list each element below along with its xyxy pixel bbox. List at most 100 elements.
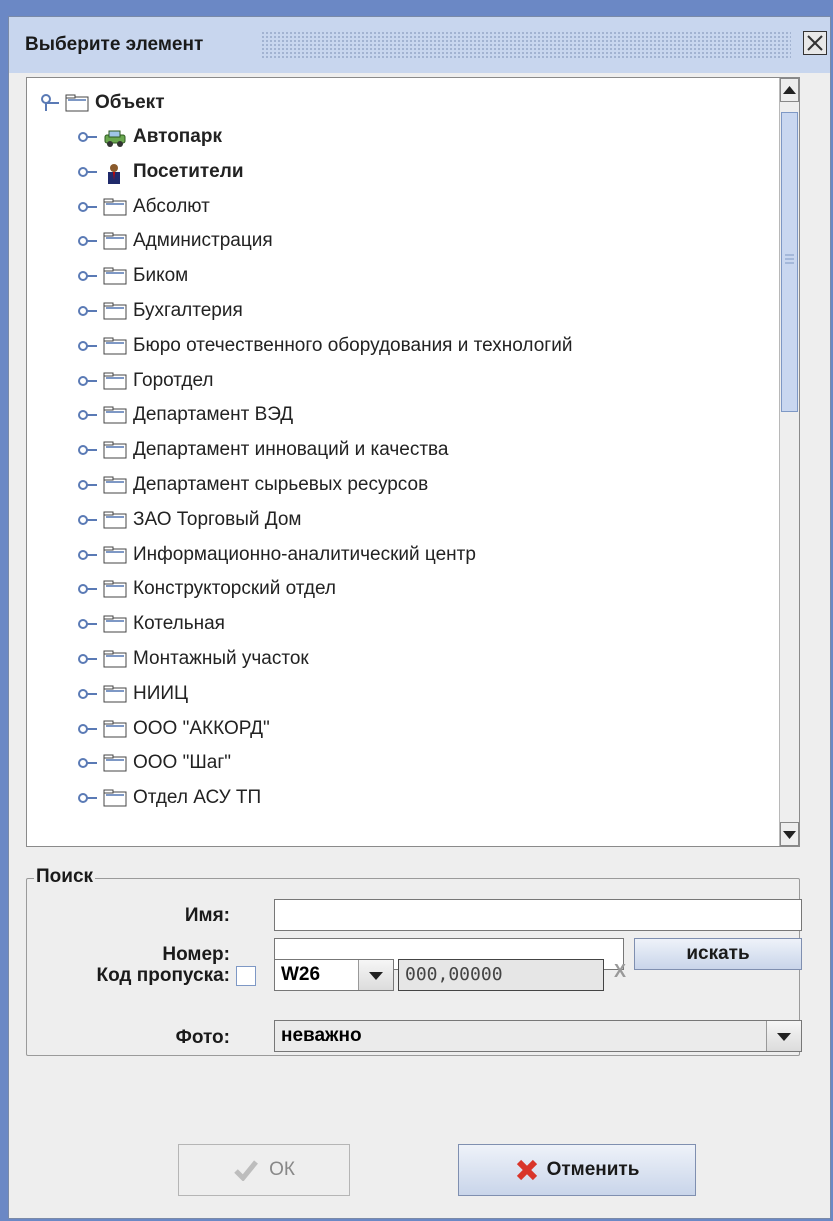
person-icon — [103, 163, 127, 184]
tree-node[interactable]: Информационно-аналитический центр — [77, 538, 476, 572]
folder-icon — [103, 685, 127, 703]
collapsed-node-icon[interactable] — [77, 371, 99, 391]
tree-node-label: Монтажный участок — [133, 648, 309, 669]
collapsed-node-icon[interactable] — [77, 649, 99, 669]
tree-node[interactable]: Конструкторский отдел — [77, 572, 336, 606]
collapsed-node-icon[interactable] — [77, 301, 99, 321]
collapsed-node-icon[interactable] — [77, 127, 99, 147]
folder-icon — [103, 476, 127, 494]
folder-icon — [103, 406, 127, 424]
chevron-down-icon — [358, 960, 393, 990]
folder-icon — [103, 511, 127, 529]
tree-node[interactable]: Департамент ВЭД — [77, 398, 293, 432]
scroll-up-button[interactable] — [780, 78, 799, 102]
tree-node[interactable]: Департамент сырьевых ресурсов — [77, 468, 428, 502]
tree-node-label: Биком — [133, 265, 189, 287]
close-icon — [807, 35, 823, 51]
collapsed-node-icon[interactable] — [77, 788, 99, 808]
tree-node[interactable]: Департамент инноваций и качества — [77, 433, 449, 467]
tree-node[interactable]: Абсолют — [77, 190, 210, 224]
vertical-scrollbar[interactable] — [779, 78, 799, 846]
tree-node[interactable]: Монтажный участок — [77, 642, 309, 676]
name-field[interactable] — [274, 899, 802, 931]
collapsed-node-icon[interactable] — [77, 475, 99, 495]
scroll-down-button[interactable] — [780, 822, 799, 846]
tree-node-label: Департамент ВЭД — [133, 404, 294, 426]
ok-button[interactable]: ОК — [178, 1144, 350, 1196]
number-label: Номер: — [162, 944, 230, 965]
tree-node-label: Автопарк — [133, 126, 222, 147]
folder-icon — [65, 94, 89, 112]
folder-icon — [103, 198, 127, 216]
tree-node[interactable]: Администрация — [77, 224, 273, 258]
photo-select-value: неважно — [281, 1025, 362, 1046]
folder-icon — [103, 546, 127, 564]
close-button[interactable] — [803, 31, 827, 55]
tree-panel: Объект Автопарк Посетители Абсолют Администр… — [26, 77, 800, 847]
collapsed-node-icon[interactable] — [77, 440, 99, 460]
cancel-button[interactable]: Отменить — [458, 1144, 696, 1196]
tree-node[interactable]: Посетители — [77, 155, 244, 189]
tree-node[interactable]: Автопарк — [77, 120, 222, 154]
collapsed-node-icon[interactable] — [77, 684, 99, 704]
tree-node[interactable]: Отдел АСУ ТП — [77, 781, 261, 815]
folder-icon — [103, 441, 127, 459]
tree-node[interactable]: ООО "Шаг" — [77, 746, 231, 780]
collapsed-node-icon[interactable] — [77, 405, 99, 425]
photo-select[interactable]: неважно — [274, 1020, 802, 1052]
pass-code-label: Код пропуска: — [96, 965, 230, 986]
collapsed-node-icon[interactable] — [77, 266, 99, 286]
collapsed-node-icon[interactable] — [77, 197, 99, 217]
tree-node-label: Объект — [95, 92, 165, 113]
tree-node-label: Департамент инноваций и качества — [133, 439, 449, 461]
scroll-thumb[interactable] — [781, 112, 798, 412]
search-button[interactable]: искать — [634, 938, 802, 970]
folder-icon — [103, 580, 127, 598]
tree-root-node[interactable]: Объект — [39, 86, 165, 120]
cancel-x-icon — [516, 1159, 537, 1181]
folder-icon — [103, 372, 127, 390]
tree-node-label: Посетители — [133, 160, 244, 182]
collapsed-node-icon[interactable] — [77, 162, 99, 182]
pass-code-prefix-select[interactable]: W26 — [274, 959, 394, 991]
tree-node-label: Департамент сырьевых ресурсов — [133, 474, 429, 495]
tree-node[interactable]: ООО "АККОРД" — [77, 712, 270, 746]
tree-node[interactable]: Бюро отечественного оборудования и техно… — [77, 329, 572, 363]
tree-node-label: Котельная — [133, 613, 225, 635]
collapsed-node-icon[interactable] — [77, 579, 99, 599]
collapsed-node-icon[interactable] — [77, 336, 99, 356]
tree-node-label: ООО "АККОРД" — [133, 717, 270, 739]
folder-icon — [103, 615, 127, 633]
title-bar[interactable]: Выберите элемент — [9, 17, 830, 73]
chevron-down-icon — [766, 1021, 801, 1051]
collapsed-node-icon[interactable] — [77, 719, 99, 739]
folder-icon — [103, 754, 127, 772]
collapsed-node-icon[interactable] — [77, 231, 99, 251]
tree-node-label: Бюро отечественного оборудования и техно… — [133, 334, 573, 356]
collapsed-node-icon[interactable] — [77, 510, 99, 530]
collapsed-node-icon[interactable] — [77, 753, 99, 773]
collapsed-node-icon[interactable] — [77, 614, 99, 634]
pass-code-checkbox[interactable] — [236, 966, 256, 986]
tree-node[interactable]: Биком — [77, 259, 188, 293]
tree-node[interactable]: Котельная — [77, 607, 225, 641]
checkmark-icon — [234, 1160, 259, 1181]
tree-node[interactable]: Горотдел — [77, 364, 213, 398]
tree-node[interactable]: НИИЦ — [77, 677, 188, 711]
expanded-node-icon[interactable] — [39, 93, 61, 113]
search-group-title: Поиск — [34, 866, 96, 888]
collapsed-node-icon[interactable] — [77, 545, 99, 565]
dialog-title: Выберите элемент — [25, 34, 204, 55]
tree-node-partial — [77, 840, 437, 846]
folder-icon — [103, 789, 127, 807]
folder-icon — [103, 232, 127, 250]
clear-code-button[interactable]: X — [614, 961, 626, 982]
grip-icon — [785, 254, 794, 264]
photo-label: Фото: — [175, 1027, 230, 1048]
tree-node[interactable]: ЗАО Торговый Дом — [77, 503, 301, 537]
folder-icon — [103, 302, 127, 320]
name-label: Имя: — [184, 905, 230, 926]
pass-code-field[interactable]: 000,00000 — [398, 959, 604, 991]
tree-node-label: НИИЦ — [133, 682, 189, 704]
tree-node[interactable]: Бухгалтерия — [77, 294, 243, 328]
